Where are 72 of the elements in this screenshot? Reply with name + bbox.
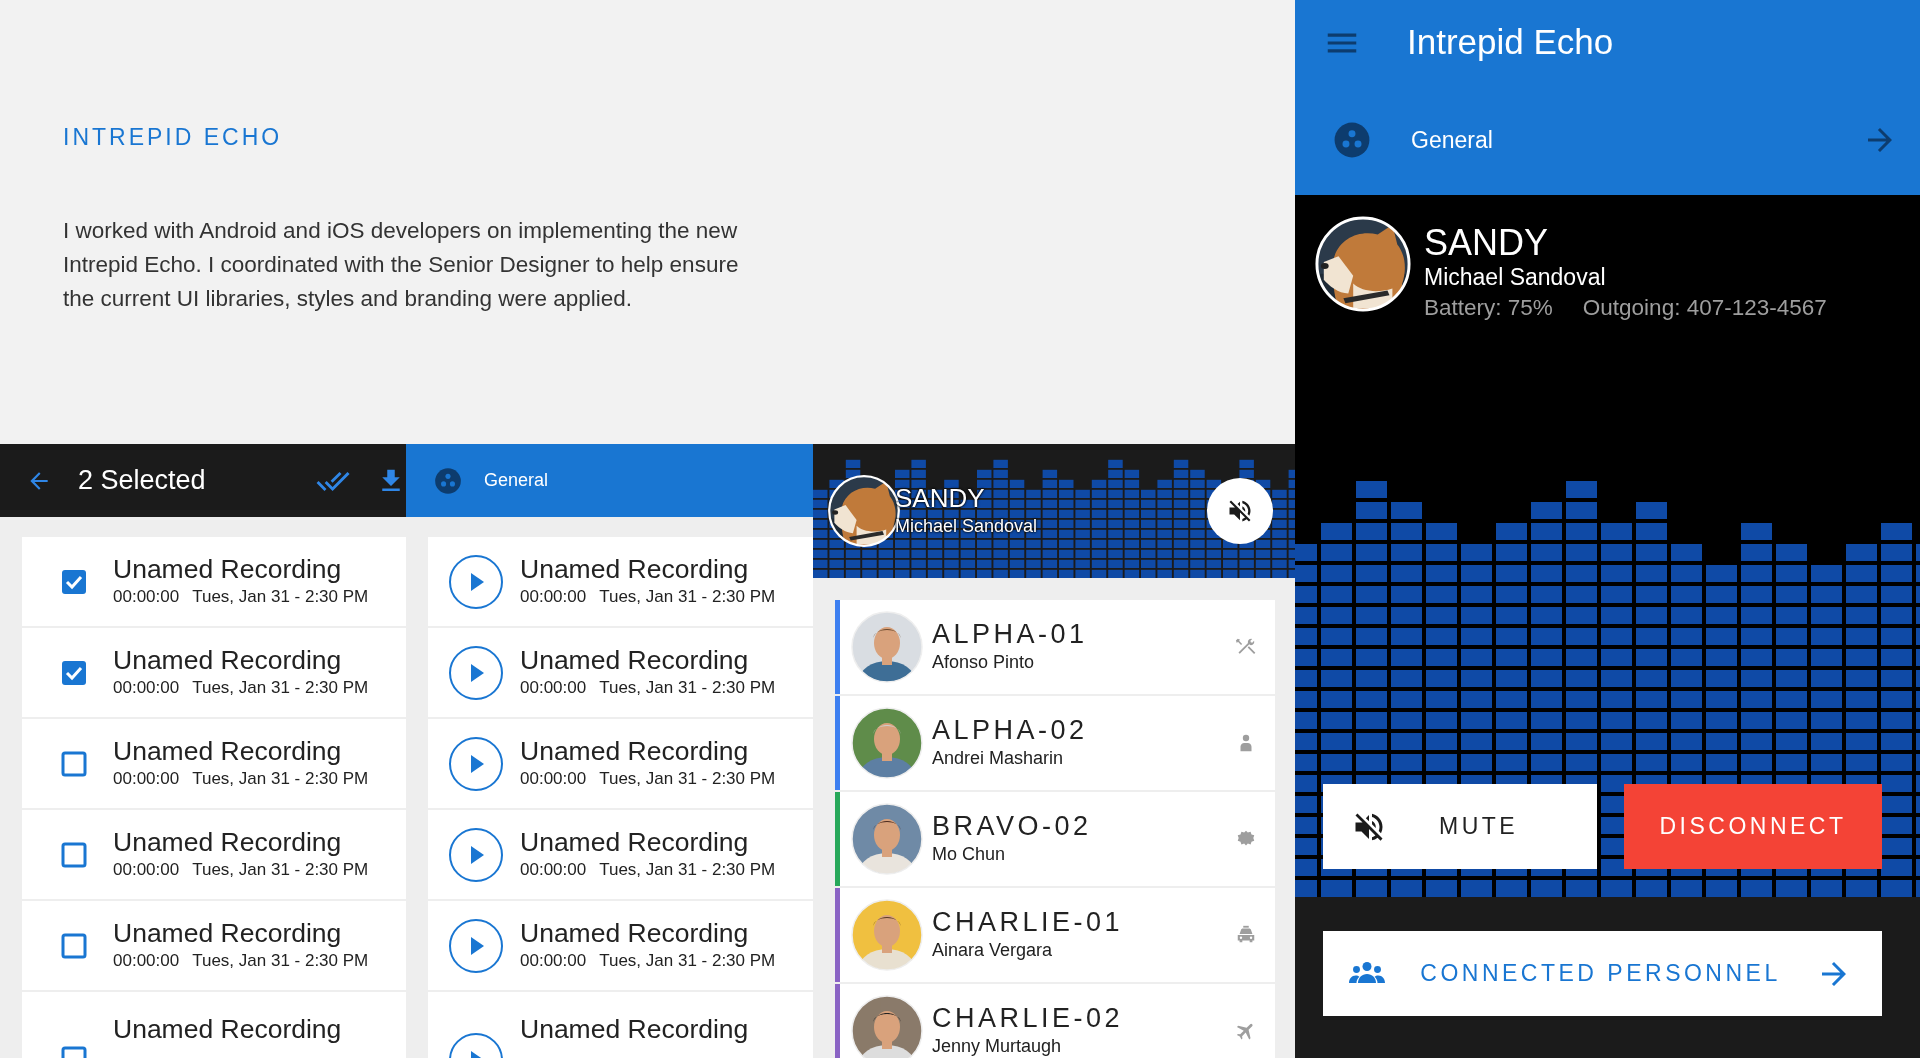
- recording-title: Unamed Recording: [113, 1014, 342, 1044]
- recording-duration: 00:00:00: [520, 585, 587, 608]
- recording-date: Tues, Jan 31 - 2:30 PM: [599, 676, 776, 699]
- personnel-name: Ainara Vergara: [932, 938, 1054, 962]
- checkbox[interactable]: [61, 841, 87, 868]
- recording-duration: 00:00:00: [520, 767, 587, 790]
- recording-date: Tues, Jan 31 - 2:30 PM: [192, 858, 369, 881]
- personnel-callsign: CHARLIE-01: [932, 906, 1125, 937]
- recording-duration: 00:00:00: [113, 858, 180, 881]
- recording-title: Unamed Recording: [520, 553, 750, 584]
- personnel-callsign: CHARLIE-02: [932, 1002, 1125, 1033]
- checkbox[interactable]: [61, 659, 87, 686]
- play-button[interactable]: [448, 644, 504, 701]
- play-button[interactable]: [448, 917, 504, 974]
- recording-title: Unamed Recording: [113, 735, 343, 766]
- recording-duration: 00:00:00: [113, 676, 180, 699]
- personnel-name: Andrei Masharin: [932, 746, 1065, 770]
- recording-date: Tues, Jan 31 - 2:30 PM: [599, 949, 776, 972]
- recording-duration: 00:00:00: [520, 949, 587, 972]
- callsign: SANDY: [1424, 223, 1550, 263]
- recording-date: Tues, Jan 31 - 2:30 PM: [192, 767, 369, 790]
- recording-date: Tues, Jan 31 - 2:30 PM: [192, 676, 369, 699]
- battery-status: Battery: 75%: [1424, 294, 1553, 322]
- recording-duration: 00:00:00: [520, 858, 587, 881]
- recording-date: Tues, Jan 31 - 2:30 PM: [599, 767, 776, 790]
- list-item[interactable]: CHARLIE-02 Jenny Murtaugh: [835, 984, 1275, 1058]
- list-item[interactable]: CHARLIE-01 Ainara Vergara: [835, 888, 1275, 984]
- personnel-callsign: ALPHA-02: [932, 714, 1089, 745]
- contact-name: Michael Sandoval: [1424, 263, 1607, 291]
- personnel-name: Mo Chun: [932, 842, 1007, 866]
- personnel-callsign: ALPHA-01: [932, 618, 1089, 649]
- disconnect-button[interactable]: DISCONNECT: [1624, 784, 1882, 869]
- recording-title: Unamed Recording: [520, 644, 750, 675]
- play-button[interactable]: [448, 826, 504, 883]
- personnel-callsign: BRAVO-02: [932, 810, 1093, 841]
- recording-duration: 00:00:00: [113, 767, 180, 790]
- recording-title: Unamed Recording: [520, 1014, 749, 1044]
- list-item[interactable]: ALPHA-02 Andrei Masharin: [835, 696, 1275, 792]
- recording-title: Unamed Recording: [520, 826, 750, 857]
- recording-title: Unamed Recording: [113, 917, 343, 948]
- screen-title: 2 Selected: [78, 464, 207, 498]
- recording-date: Tues, Jan 31 - 2:30 PM: [599, 858, 776, 881]
- channel-name: General: [484, 469, 549, 492]
- channel-icon: [434, 466, 462, 495]
- recording-date: Tues, Jan 31 - 2:30 PM: [599, 585, 776, 608]
- app-title: Intrepid Echo: [1407, 21, 1614, 64]
- personnel-name: Afonso Pinto: [932, 650, 1036, 674]
- recording-date: Tues, Jan 31 - 2:30 PM: [192, 949, 369, 972]
- recording-title: Unamed Recording: [113, 553, 343, 584]
- mute-button[interactable]: MUTE: [1323, 784, 1597, 869]
- connected-personnel-button[interactable]: CONNECTED PERSONNEL: [1323, 931, 1882, 1016]
- description-paragraph: I worked with Android and iOS developers on implementing the new Intrepid Echo. I coordinated with the Senior Designer to help ensure the current UI libraries, styles and branding were applied.: [63, 216, 740, 313]
- outgoing-number: Outgoing: 407-123-4567: [1582, 294, 1827, 322]
- recording-title: Unamed Recording: [520, 735, 750, 766]
- recording-duration: 00:00:00: [113, 585, 180, 608]
- recording-duration: 00:00:00: [520, 676, 587, 699]
- recording-title: Unamed Recording: [113, 644, 343, 675]
- channel-name: General: [1411, 125, 1494, 155]
- play-button[interactable]: [448, 553, 504, 610]
- checkbox[interactable]: [61, 750, 87, 777]
- recording-date: Tues, Jan 31 - 2:30 PM: [192, 585, 369, 608]
- recording-title: Unamed Recording: [520, 917, 750, 948]
- list-item[interactable]: ALPHA-01 Afonso Pinto: [835, 600, 1275, 696]
- section-heading: INTREPID ECHO: [63, 124, 284, 152]
- checkbox[interactable]: [61, 932, 87, 959]
- play-button[interactable]: [448, 735, 504, 792]
- list-item[interactable]: BRAVO-02 Mo Chun: [835, 792, 1275, 888]
- recording-duration: 00:00:00: [113, 949, 180, 972]
- recording-title: Unamed Recording: [113, 826, 343, 857]
- channel-icon: [1333, 121, 1371, 159]
- personnel-name: Jenny Murtaugh: [932, 1034, 1063, 1058]
- checkbox[interactable]: [61, 568, 87, 595]
